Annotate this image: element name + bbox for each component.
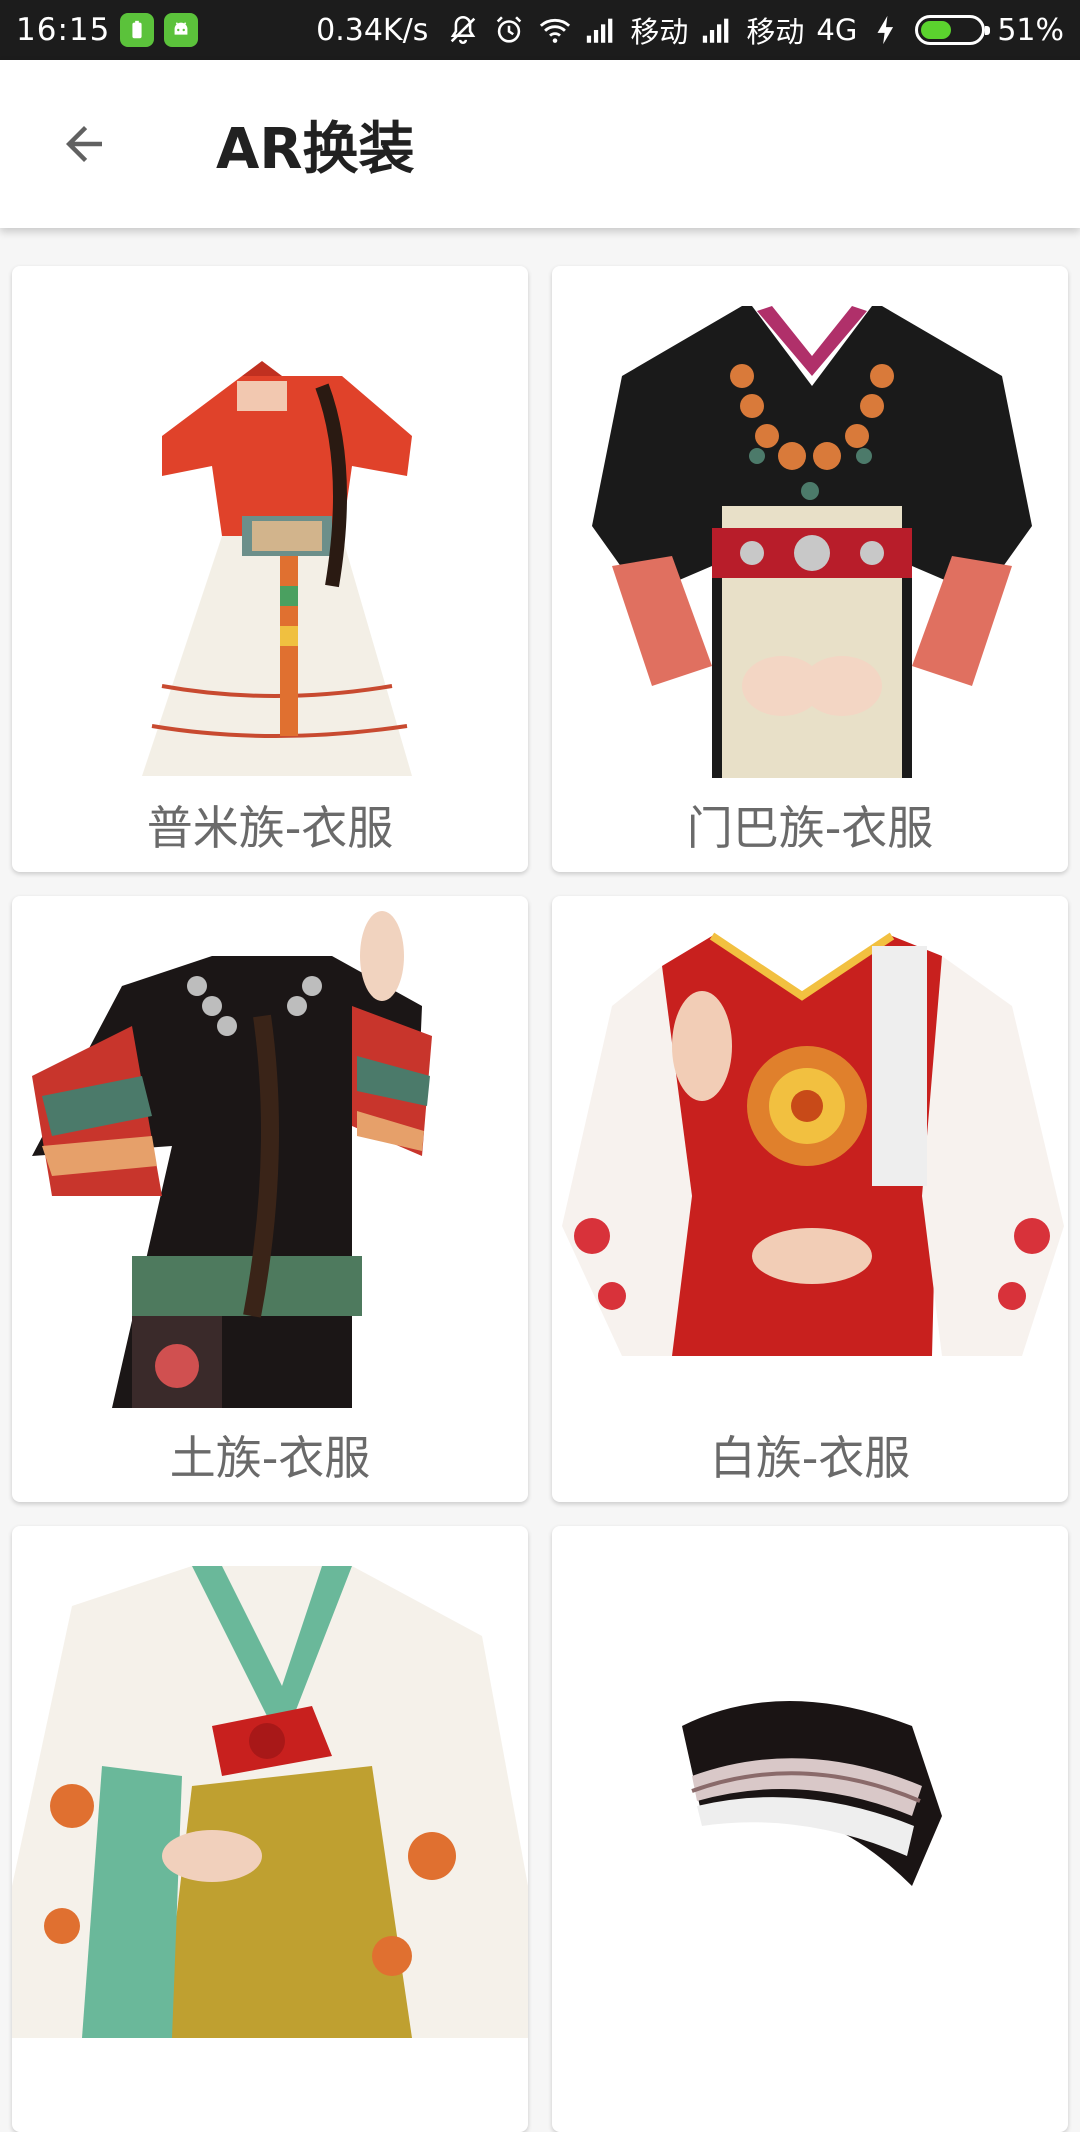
- app-bar: AR换装: [0, 60, 1080, 228]
- costume-label: [12, 2038, 528, 2132]
- signal-icon-2: [700, 13, 734, 47]
- costume-label: [552, 2038, 1068, 2132]
- hanfu-costume-image: [12, 1526, 528, 2038]
- costume-card-tu[interactable]: 土族-衣服: [12, 896, 528, 1502]
- headband-image: [552, 1526, 1068, 2038]
- battery-level-fill: [921, 21, 951, 39]
- costume-grid: 普米族-衣服 门巴族-衣服 土族-衣服 白族-衣服: [12, 266, 1068, 2132]
- android-icon: [164, 13, 199, 47]
- arrow-back-icon: [66, 126, 102, 162]
- battery-percent: 51%: [997, 12, 1064, 48]
- costume-card-bai[interactable]: 白族-衣服: [552, 896, 1068, 1502]
- network-speed: 0.34K/s: [316, 12, 429, 48]
- costume-card-hanfu[interactable]: [12, 1526, 528, 2132]
- alarm-icon: [492, 13, 526, 47]
- battery-saver-icon: [120, 13, 155, 47]
- carrier-1: 移动: [630, 15, 689, 49]
- status-bar: 16:15 0.34K/s 移动 移动 4G 51%: [0, 0, 1080, 60]
- costume-label: 白族-衣服: [709, 1431, 911, 1485]
- battery-icon: [915, 15, 991, 45]
- signal-icon-1: [584, 13, 618, 47]
- bai-costume-image: [552, 896, 1068, 1408]
- costume-label: 门巴族-衣服: [686, 801, 934, 855]
- pumi-costume-image: [12, 266, 528, 778]
- carrier-2: 移动: [746, 15, 805, 49]
- charging-icon: [869, 13, 903, 47]
- network-type: 4G: [816, 13, 858, 47]
- page-title: AR换装: [216, 116, 415, 182]
- menba-costume-image: [552, 266, 1068, 778]
- costume-card-pumi[interactable]: 普米族-衣服: [12, 266, 528, 872]
- mute-icon: [446, 13, 480, 47]
- costume-card-headband[interactable]: [552, 1526, 1068, 2132]
- back-button[interactable]: [24, 84, 144, 204]
- costume-label: 土族-衣服: [169, 1431, 371, 1485]
- tu-costume-image: [12, 896, 528, 1408]
- costume-card-menba[interactable]: 门巴族-衣服: [552, 266, 1068, 872]
- costume-label: 普米族-衣服: [146, 801, 394, 855]
- status-time: 16:15: [16, 12, 111, 48]
- wifi-icon: [538, 13, 572, 47]
